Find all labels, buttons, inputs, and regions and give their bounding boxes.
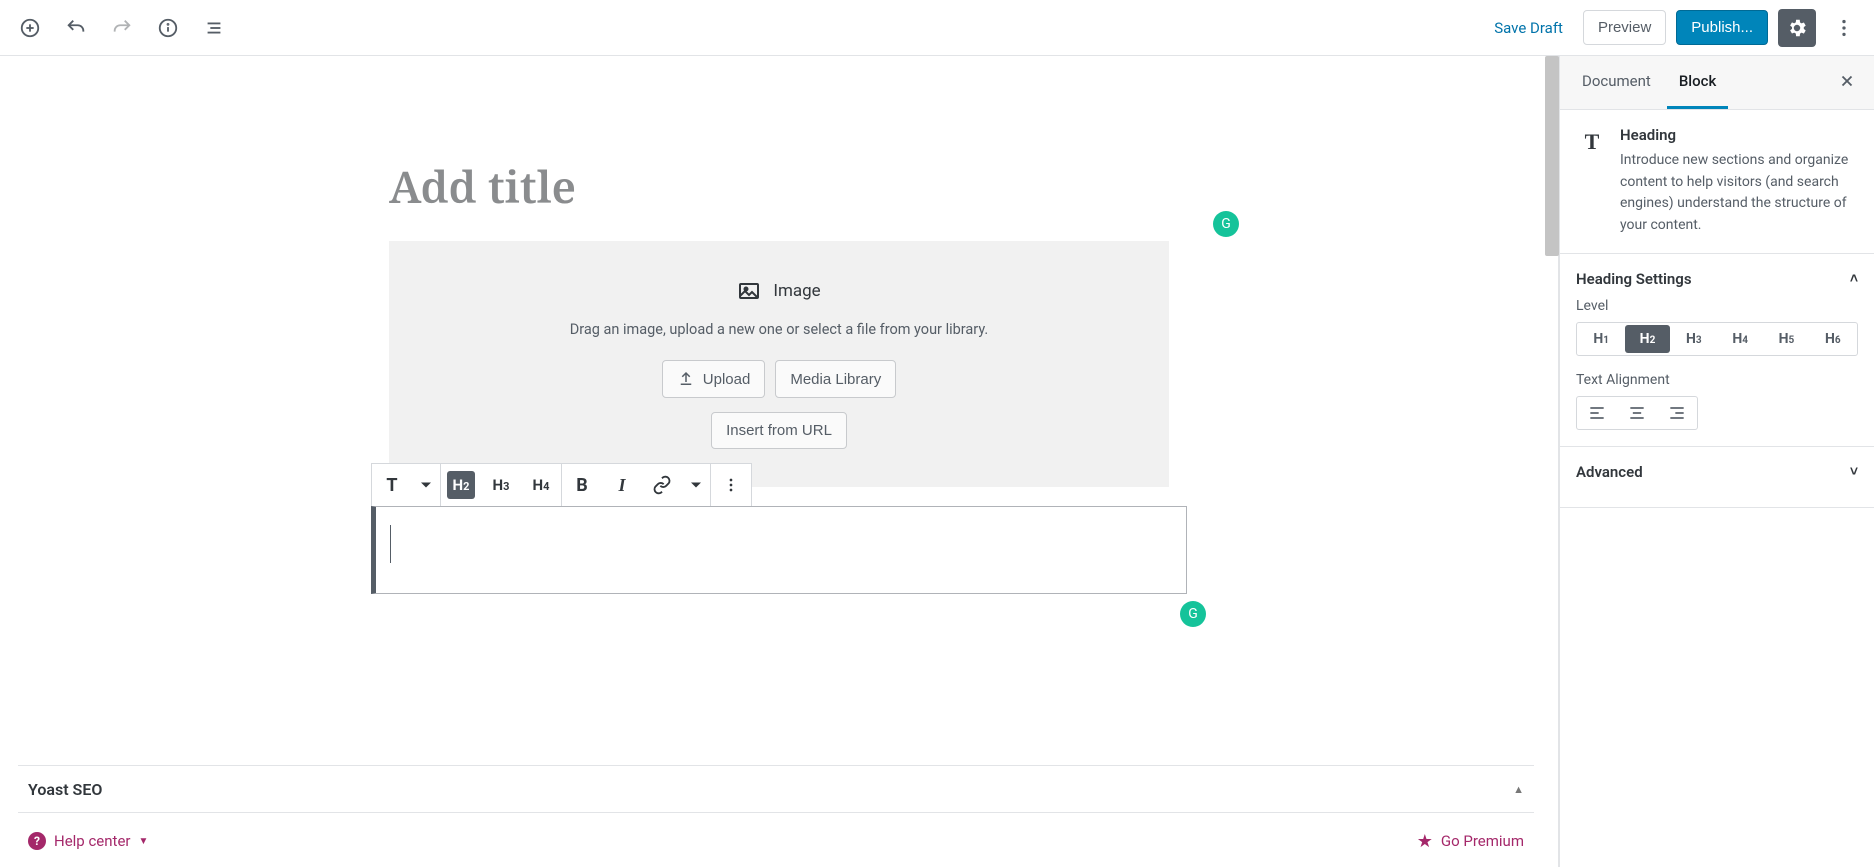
toolbar-more-formatting[interactable] xyxy=(682,464,710,506)
yoast-title: Yoast SEO xyxy=(28,780,102,799)
settings-sidebar: Document Block T Heading Introduce new s… xyxy=(1559,56,1874,867)
chevron-down-icon xyxy=(416,475,436,495)
block-name: Heading xyxy=(1620,126,1858,144)
preview-button[interactable]: Preview xyxy=(1583,10,1666,45)
go-premium-link[interactable]: ★ Go Premium xyxy=(1417,831,1524,852)
heading-settings-panel: Heading Settings ˄ Level H1 H2 H3 H4 H5 … xyxy=(1560,254,1874,447)
tab-block[interactable]: Block xyxy=(1667,56,1728,109)
settings-toggle[interactable] xyxy=(1778,9,1816,47)
collapse-icon[interactable]: ▲ xyxy=(1513,783,1524,796)
align-left[interactable] xyxy=(1577,397,1617,429)
plus-circle-icon xyxy=(19,17,41,39)
help-center-button[interactable]: ? Help center ▼ xyxy=(28,832,148,850)
toolbar-link[interactable] xyxy=(642,464,682,506)
chevron-down-icon xyxy=(686,475,706,495)
block-description-panel: T Heading Introduce new sections and org… xyxy=(1560,110,1874,254)
block-description: Introduce new sections and organize cont… xyxy=(1620,150,1858,237)
image-block-placeholder[interactable]: Image Drag an image, upload a new one or… xyxy=(389,241,1169,487)
info-icon xyxy=(157,17,179,39)
toolbar-italic[interactable]: I xyxy=(602,464,642,506)
advanced-panel: Advanced ˅ xyxy=(1560,447,1874,508)
toolbar-block-more[interactable] xyxy=(711,464,751,506)
upload-button[interactable]: Upload xyxy=(662,360,766,398)
level-h5[interactable]: H5 xyxy=(1764,325,1808,353)
level-h2[interactable]: H2 xyxy=(1625,325,1669,353)
text-alignment-selector xyxy=(1576,396,1698,430)
yoast-panel-footer: ? Help center ▼ ★ Go Premium xyxy=(18,821,1534,861)
add-block-button[interactable] xyxy=(12,10,48,46)
block-type-switcher[interactable]: T xyxy=(372,464,412,506)
toolbar-h3[interactable]: H3 xyxy=(481,464,521,506)
upload-icon xyxy=(677,370,695,388)
tab-document[interactable]: Document xyxy=(1570,56,1663,109)
scrollbar-thumb[interactable] xyxy=(1545,56,1559,256)
image-block-header: Image xyxy=(737,279,820,303)
post-title-input[interactable]: Add title xyxy=(389,146,1169,241)
undo-button[interactable] xyxy=(58,10,94,46)
link-icon xyxy=(652,475,672,495)
content-info-button[interactable] xyxy=(150,10,186,46)
chevron-down-icon: ▼ xyxy=(138,836,148,847)
top-toolbar-left xyxy=(12,10,232,46)
align-right-icon xyxy=(1667,403,1687,423)
block-navigation-button[interactable] xyxy=(196,10,232,46)
toolbar-h2[interactable]: H2 xyxy=(441,464,481,506)
level-h4[interactable]: H4 xyxy=(1718,325,1762,353)
more-menu-button[interactable] xyxy=(1826,10,1862,46)
sidebar-close-button[interactable] xyxy=(1830,65,1864,101)
text-alignment-label: Text Alignment xyxy=(1576,372,1858,388)
image-block-label: Image xyxy=(773,281,820,301)
more-vertical-icon xyxy=(1833,17,1855,39)
media-library-button[interactable]: Media Library xyxy=(775,360,896,398)
align-left-icon xyxy=(1587,403,1607,423)
level-h1[interactable]: H1 xyxy=(1579,325,1623,353)
outline-icon xyxy=(203,17,225,39)
align-center-icon xyxy=(1627,403,1647,423)
publish-button[interactable]: Publish... xyxy=(1676,10,1768,45)
yoast-panel-header[interactable]: Yoast SEO ▲ xyxy=(18,765,1534,813)
close-icon xyxy=(1838,72,1856,90)
block-toolbar: T H2 H3 H4 B I xyxy=(371,463,752,507)
save-draft-button[interactable]: Save Draft xyxy=(1484,13,1573,43)
grammarly-icon[interactable]: G xyxy=(1180,601,1206,627)
top-toolbar-right: Save Draft Preview Publish... xyxy=(1484,9,1862,47)
image-icon xyxy=(737,279,761,303)
grammarly-icon[interactable]: G xyxy=(1213,211,1239,237)
editor-canvas: Add title G Image Drag an image, upload … xyxy=(0,56,1559,867)
align-right[interactable] xyxy=(1657,397,1697,429)
star-icon: ★ xyxy=(1417,831,1433,852)
heading-level-selector: H1 H2 H3 H4 H5 H6 xyxy=(1576,322,1858,356)
more-vertical-icon xyxy=(721,475,741,495)
redo-icon xyxy=(111,17,133,39)
align-center[interactable] xyxy=(1617,397,1657,429)
toolbar-h4[interactable]: H4 xyxy=(521,464,561,506)
heading-block-icon: T xyxy=(1576,126,1608,158)
heading-settings-toggle[interactable]: Heading Settings ˄ xyxy=(1576,270,1858,288)
question-icon: ? xyxy=(28,832,46,850)
chevron-down-icon: ˅ xyxy=(1850,463,1858,480)
advanced-toggle[interactable]: Advanced ˅ xyxy=(1576,463,1858,481)
top-toolbar: Save Draft Preview Publish... xyxy=(0,0,1874,56)
undo-icon xyxy=(65,17,87,39)
toolbar-bold[interactable]: B xyxy=(562,464,602,506)
insert-from-url-button[interactable]: Insert from URL xyxy=(711,412,847,449)
redo-button[interactable] xyxy=(104,10,140,46)
level-h3[interactable]: H3 xyxy=(1672,325,1716,353)
level-h6[interactable]: H6 xyxy=(1811,325,1855,353)
level-label: Level xyxy=(1576,298,1858,314)
sidebar-tabs: Document Block xyxy=(1560,56,1874,110)
block-type-dropdown-icon[interactable] xyxy=(412,464,440,506)
chevron-up-icon: ˄ xyxy=(1850,270,1858,287)
gear-icon xyxy=(1786,17,1808,39)
image-block-description: Drag an image, upload a new one or selec… xyxy=(409,321,1149,338)
heading-block-input[interactable] xyxy=(371,506,1187,594)
text-caret xyxy=(390,525,391,563)
